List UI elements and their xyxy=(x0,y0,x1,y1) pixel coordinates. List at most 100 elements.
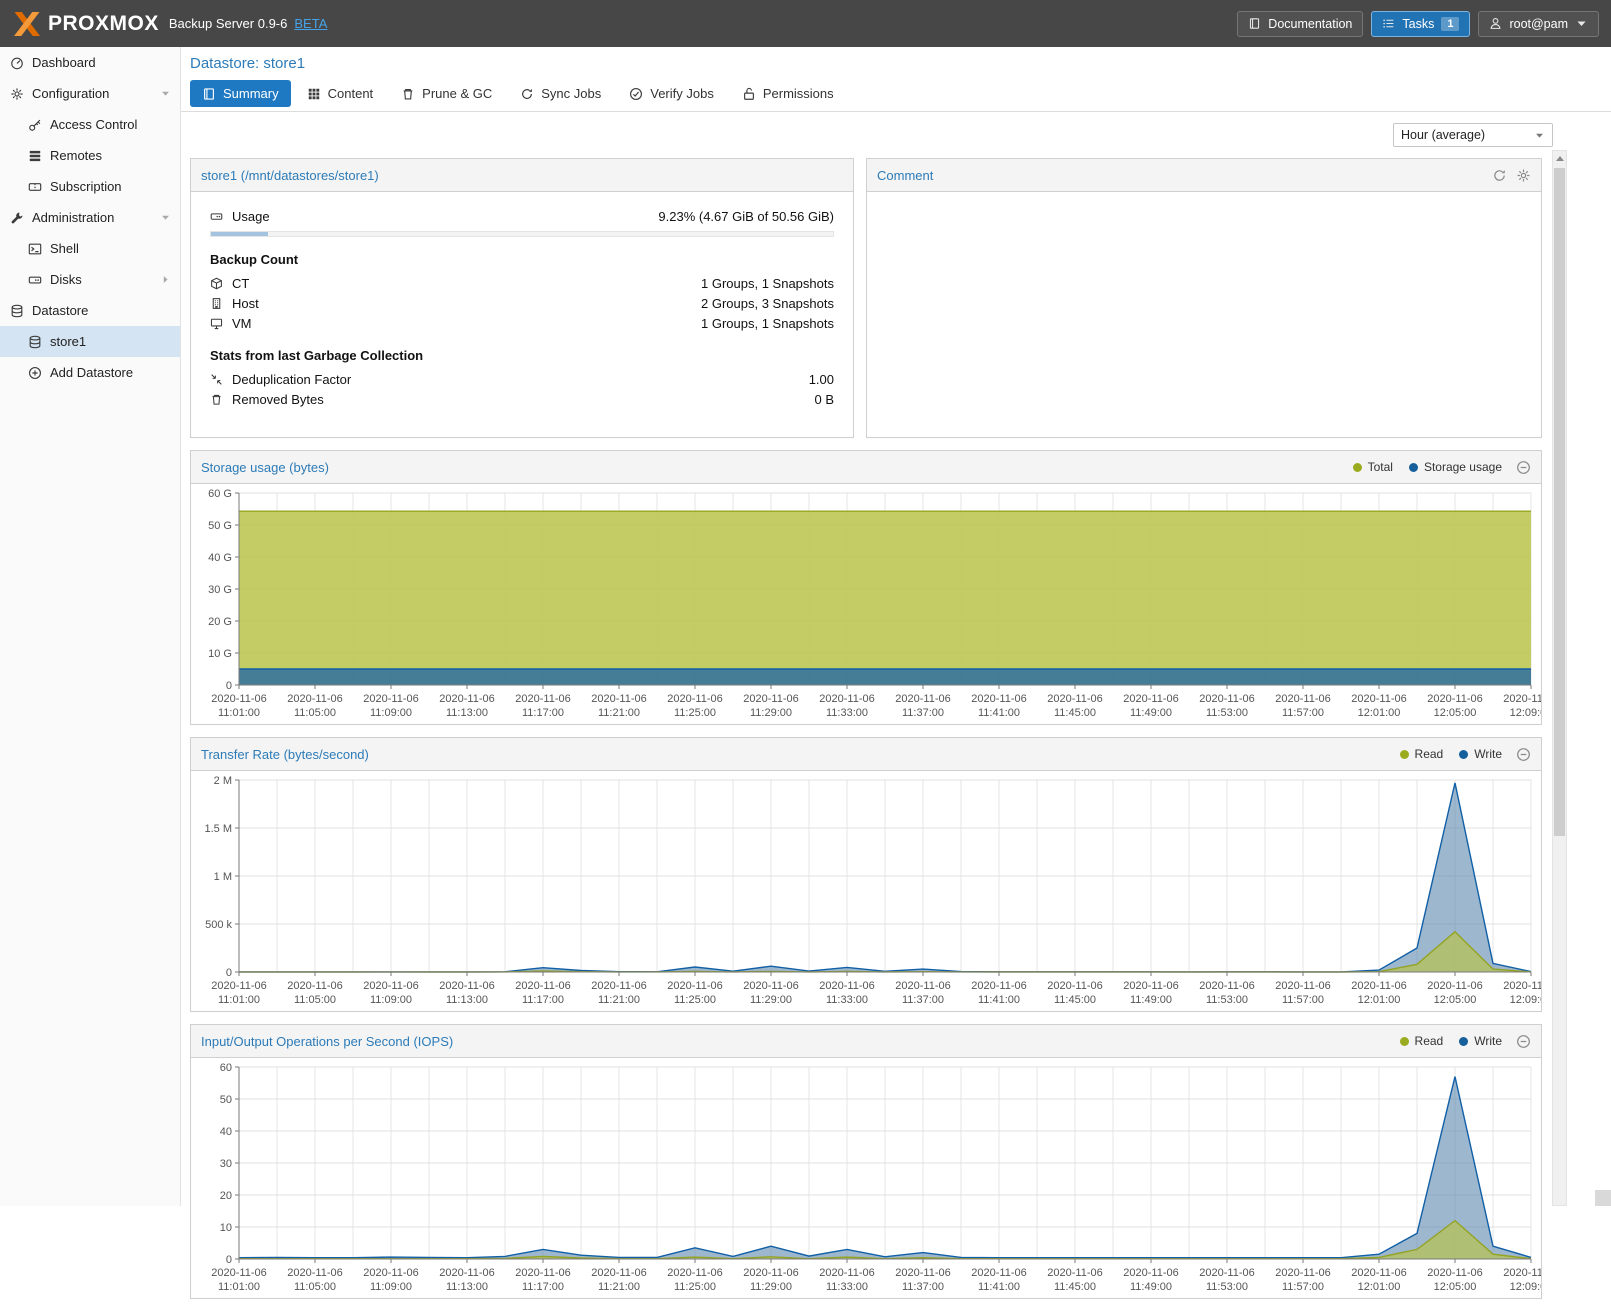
svg-text:11:45:00: 11:45:00 xyxy=(1054,707,1096,719)
beta-link[interactable]: BETA xyxy=(294,16,327,31)
ticket-icon xyxy=(28,180,42,194)
tab-prune-gc[interactable]: Prune & GC xyxy=(389,80,504,107)
tab-label: Permissions xyxy=(763,86,834,101)
backup-count-title: Backup Count xyxy=(210,252,834,267)
svg-text:2020-11-06: 2020-11-06 xyxy=(895,1267,950,1279)
svg-text:2020-11-06: 2020-11-06 xyxy=(363,980,418,992)
tab-content[interactable]: Content xyxy=(295,80,386,107)
svg-text:60 G: 60 G xyxy=(208,488,232,500)
svg-text:2020-11-06: 2020-11-06 xyxy=(1351,693,1406,705)
storage-usage-chart-panel: Storage usage (bytes) TotalStorage usage… xyxy=(190,450,1542,725)
svg-text:11:17:00: 11:17:00 xyxy=(522,994,564,1006)
documentation-button[interactable]: Documentation xyxy=(1237,11,1363,37)
caret-right-icon[interactable] xyxy=(160,274,171,285)
sidebar-item-administration[interactable]: Administration xyxy=(0,202,180,233)
svg-text:11:33:00: 11:33:00 xyxy=(826,707,868,719)
time-range-select[interactable]: Hour (average) xyxy=(1393,123,1553,147)
book-icon xyxy=(1248,17,1261,30)
tab-permissions[interactable]: Permissions xyxy=(730,80,846,107)
comment-panel: Comment xyxy=(866,158,1542,438)
svg-text:11:05:00: 11:05:00 xyxy=(294,1281,336,1293)
wrench-icon xyxy=(10,211,24,225)
legend-storage-usage[interactable]: Storage usage xyxy=(1409,460,1502,474)
collapse-chart-button[interactable] xyxy=(1516,747,1531,762)
host-label: Host xyxy=(232,296,259,311)
panels-area: store1 (/mnt/datastores/store1) Usage 9.… xyxy=(190,158,1542,1311)
chart-title: Transfer Rate (bytes/second) xyxy=(201,747,369,762)
check-circle-icon xyxy=(629,87,643,101)
legend-read[interactable]: Read xyxy=(1400,747,1444,761)
svg-text:11:49:00: 11:49:00 xyxy=(1130,1281,1172,1293)
svg-text:2020-11-06: 2020-11-06 xyxy=(1123,693,1178,705)
scrollbar-thumb[interactable] xyxy=(1554,168,1565,836)
collapse-chart-button[interactable] xyxy=(1516,1034,1531,1049)
main-content: Datastore: store1 SummaryContentPrune & … xyxy=(181,47,1611,1206)
svg-text:2020-11-06: 2020-11-06 xyxy=(743,980,798,992)
iops-chart-panel: Input/Output Operations per Second (IOPS… xyxy=(190,1024,1542,1299)
user-menu-button[interactable]: root@pam xyxy=(1478,11,1599,37)
hdd-icon xyxy=(28,273,42,287)
svg-text:11:37:00: 11:37:00 xyxy=(902,1281,944,1293)
legend-read[interactable]: Read xyxy=(1400,1034,1444,1048)
sidebar-item-configuration[interactable]: Configuration xyxy=(0,78,180,109)
vm-value: 1 Groups, 1 Snapshots xyxy=(701,316,834,331)
svg-text:11:53:00: 11:53:00 xyxy=(1206,994,1248,1006)
sidebar-item-access-control[interactable]: Access Control xyxy=(0,109,180,140)
svg-text:11:13:00: 11:13:00 xyxy=(446,994,488,1006)
svg-text:2020-11-06: 2020-11-06 xyxy=(1503,693,1541,705)
svg-text:11:29:00: 11:29:00 xyxy=(750,1281,792,1293)
storage-usage-chart: 010 G20 G30 G40 G50 G60 G2020-11-0611:01… xyxy=(191,484,1541,724)
tasks-button[interactable]: Tasks 1 xyxy=(1371,11,1470,37)
sidebar-item-shell[interactable]: Shell xyxy=(0,233,180,264)
sidebar-item-dashboard[interactable]: Dashboard xyxy=(0,47,180,78)
svg-text:2020-11-06: 2020-11-06 xyxy=(591,1267,646,1279)
sidebar-item-add-datastore[interactable]: Add Datastore xyxy=(0,357,180,388)
svg-text:11:21:00: 11:21:00 xyxy=(598,994,640,1006)
removed-bytes-row: Removed Bytes 0 B xyxy=(210,389,834,409)
svg-text:12:01:00: 12:01:00 xyxy=(1358,994,1401,1006)
svg-text:11:45:00: 11:45:00 xyxy=(1054,1281,1096,1293)
sidebar-item-subscription[interactable]: Subscription xyxy=(0,171,180,202)
user-icon xyxy=(1489,17,1502,30)
legend-write[interactable]: Write xyxy=(1459,1034,1502,1048)
caret-down-icon[interactable] xyxy=(160,88,171,99)
legend-total[interactable]: Total xyxy=(1353,460,1393,474)
sidebar-item-datastore[interactable]: Datastore xyxy=(0,295,180,326)
sidebar-item-disks[interactable]: Disks xyxy=(0,264,180,295)
chart-canvas: 0500 k1 M1.5 M2 M2020-11-0611:01:002020-… xyxy=(193,774,1541,1010)
usage-value: 9.23% (4.67 GiB of 50.56 GiB) xyxy=(658,209,834,224)
refresh-icon[interactable] xyxy=(1492,168,1507,183)
collapse-chart-button[interactable] xyxy=(1516,460,1531,475)
dedup-label: Deduplication Factor xyxy=(232,372,351,387)
database-icon xyxy=(10,304,24,318)
svg-text:11:01:00: 11:01:00 xyxy=(218,707,260,719)
chevron-down-icon xyxy=(1534,130,1545,141)
scroll-up-arrow[interactable] xyxy=(1553,151,1566,166)
sidebar-item-remotes[interactable]: Remotes xyxy=(0,140,180,171)
svg-text:2020-11-06: 2020-11-06 xyxy=(1427,1267,1482,1279)
svg-text:2020-11-06: 2020-11-06 xyxy=(895,693,950,705)
rows-icon xyxy=(28,149,42,163)
tab-verify-jobs[interactable]: Verify Jobs xyxy=(617,80,726,107)
sidebar-item-store1[interactable]: store1 xyxy=(0,326,180,357)
caret-down-icon[interactable] xyxy=(160,212,171,223)
chart-canvas: 010 G20 G30 G40 G50 G60 G2020-11-0611:01… xyxy=(193,487,1541,723)
sidebar-item-label: store1 xyxy=(50,334,86,349)
host-count-row: Host 2 Groups, 3 Snapshots xyxy=(210,293,834,313)
svg-text:50: 50 xyxy=(220,1094,232,1106)
tab-summary[interactable]: Summary xyxy=(190,80,291,107)
gear-icon[interactable] xyxy=(1516,168,1531,183)
tab-label: Verify Jobs xyxy=(650,86,714,101)
toolbar-row: Hour (average) xyxy=(181,112,1611,158)
tab-sync-jobs[interactable]: Sync Jobs xyxy=(508,80,613,107)
vertical-scrollbar[interactable] xyxy=(1552,150,1567,1206)
svg-text:11:01:00: 11:01:00 xyxy=(218,994,260,1006)
svg-text:12:05:00: 12:05:00 xyxy=(1434,994,1477,1006)
time-range-value: Hour (average) xyxy=(1401,128,1485,142)
transfer-rate-chart-panel: Transfer Rate (bytes/second) ReadWrite 0… xyxy=(190,737,1542,1012)
legend-write[interactable]: Write xyxy=(1459,747,1502,761)
comment-body[interactable] xyxy=(867,192,1541,220)
gauge-icon xyxy=(10,56,24,70)
dedup-factor-row: Deduplication Factor 1.00 xyxy=(210,369,834,389)
svg-text:2020-11-06: 2020-11-06 xyxy=(1275,980,1330,992)
